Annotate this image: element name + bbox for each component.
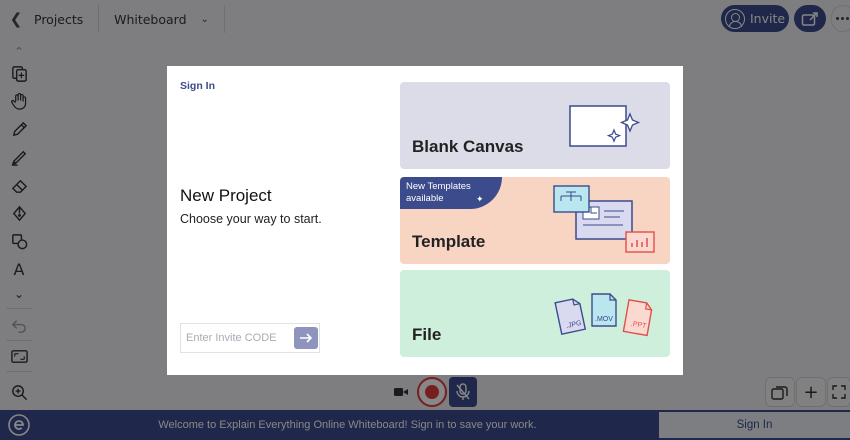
file-label: File — [412, 325, 442, 344]
file-type-mov: .MOV — [595, 316, 613, 323]
dialog-subtitle: Choose your way to start. — [180, 212, 322, 226]
new-project-dialog: Sign In New Project Choose your way to s… — [167, 66, 683, 375]
badge-line-2: available — [406, 193, 444, 204]
file-card[interactable]: .JPG .MOV .PPT File — [400, 270, 670, 357]
arrow-right-icon — [300, 333, 313, 343]
submit-code-button[interactable] — [294, 327, 318, 349]
blank-canvas-card[interactable]: Blank Canvas — [400, 82, 670, 169]
blank-canvas-label: Blank Canvas — [412, 137, 524, 156]
invite-code-input[interactable] — [181, 324, 291, 352]
template-card[interactable]: New Templates available ✦ Template — [400, 177, 670, 264]
new-templates-badge: New Templates available ✦ — [400, 177, 502, 209]
dialog-title: New Project — [180, 186, 272, 205]
template-label: Template — [412, 232, 486, 251]
sparkle-icon: ✦ — [476, 194, 484, 204]
signin-link[interactable]: Sign In — [180, 80, 215, 92]
invite-code-field — [180, 323, 320, 353]
badge-line-1: New Templates — [406, 181, 471, 192]
